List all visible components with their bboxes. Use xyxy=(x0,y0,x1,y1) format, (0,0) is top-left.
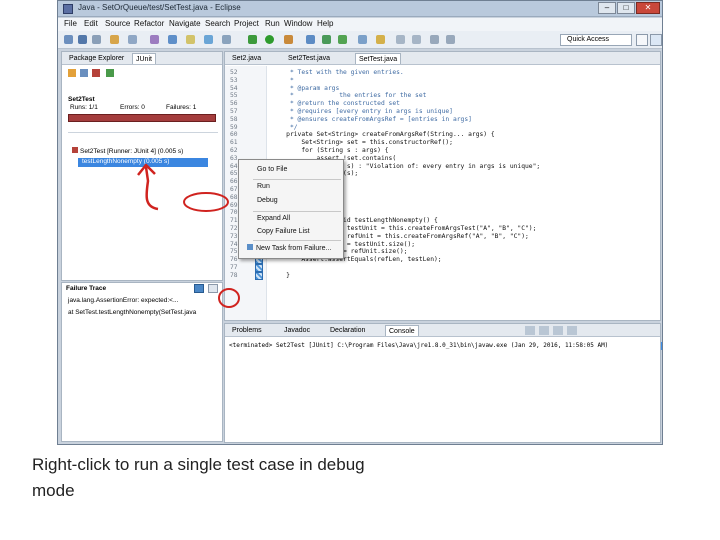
caption-line-2: mode xyxy=(32,481,75,500)
arrow-shaft xyxy=(144,166,159,211)
caption-line-1: Right-click to run a single test case in… xyxy=(32,455,365,474)
annotation-overlay xyxy=(137,163,240,308)
eclipse-screenshot: Java - SetOrQueue/test/SetTest.java - Ec… xyxy=(57,0,663,445)
debug-highlight-circle xyxy=(183,192,229,212)
line-highlight-circle xyxy=(218,288,240,308)
